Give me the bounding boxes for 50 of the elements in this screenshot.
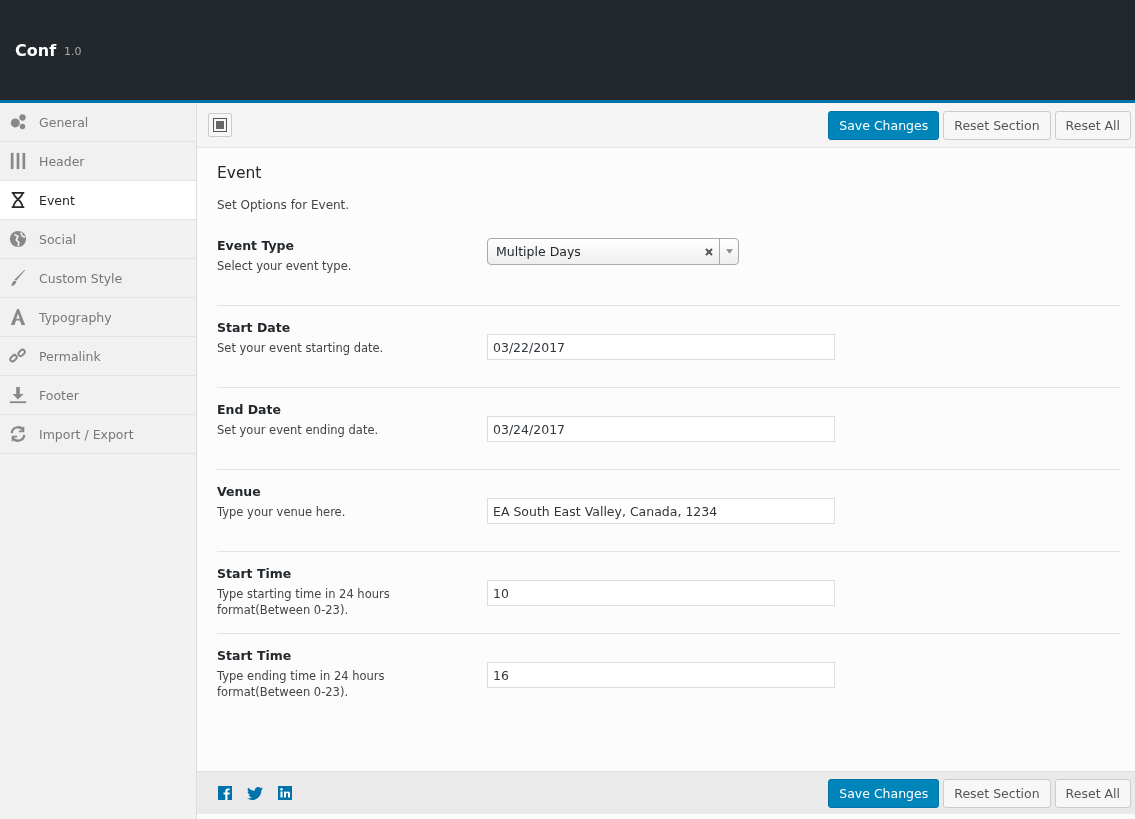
field-label: Start Time	[217, 648, 293, 663]
reset-button[interactable]: Reset Section	[943, 110, 1051, 140]
caret-icon	[725, 249, 733, 254]
clear-icon	[705, 247, 713, 256]
field-help: Select your event type.	[217, 259, 353, 275]
event-type-select[interactable]: Multiple Days	[487, 238, 739, 265]
hourglass-icon	[9, 191, 27, 209]
sidebar-item[interactable]: Footer	[0, 376, 196, 415]
letter-a-icon	[9, 308, 27, 326]
sidebar-item[interactable]: General	[0, 103, 196, 142]
input-field[interactable]: 16	[487, 662, 835, 688]
sidebar-item[interactable]: Import / Export	[0, 415, 196, 454]
input-field[interactable]: 10	[487, 580, 835, 606]
link-icon	[9, 347, 27, 365]
section-title: Event	[217, 164, 263, 182]
save-button[interactable]: Save Changes	[828, 110, 940, 140]
field-help: Set your event starting date.	[217, 341, 385, 357]
app-title: Conf	[15, 40, 57, 60]
field-label: Event Type	[217, 238, 295, 253]
sidebar-item[interactable]: Custom Style	[0, 259, 196, 298]
reset-button[interactable]: Reset Section	[943, 778, 1051, 808]
sidebar-item[interactable]: Permalink	[0, 337, 196, 376]
field-help: Set your event ending date.	[217, 423, 380, 439]
sidebar-item[interactable]: Event	[0, 181, 196, 220]
reset-button[interactable]: Reset All	[1054, 778, 1131, 808]
panel-icon	[213, 118, 227, 132]
field-label: End Date	[217, 402, 282, 417]
brush-icon	[9, 269, 27, 287]
input-field[interactable]: 03/24/2017	[487, 416, 835, 442]
input-field[interactable]: EA South East Valley, Canada, 1234	[487, 498, 835, 524]
download-icon	[9, 386, 27, 404]
version-label: 1.0	[64, 43, 82, 58]
field-help: Type your venue here.	[217, 505, 347, 521]
reset-button[interactable]: Reset All	[1054, 110, 1131, 140]
field-help: Type starting time in 24 hours format(Between 0-23).	[217, 587, 391, 619]
field-label: Start Date	[217, 320, 292, 335]
save-button[interactable]: Save Changes	[828, 778, 940, 808]
bird-icon[interactable]	[247, 786, 263, 800]
section-description: Set Options for Event.	[217, 198, 351, 212]
field-label: Venue	[217, 484, 262, 499]
field-help: Type ending time in 24 hours format(Between 0-23).	[217, 669, 386, 701]
square-in-icon[interactable]	[278, 786, 292, 800]
sidebar-item[interactable]: Social	[0, 220, 196, 259]
globe-icon	[9, 230, 27, 248]
field-label: Start Time	[217, 566, 293, 581]
sidebar-item[interactable]: Typography	[0, 298, 196, 337]
square-f-icon[interactable]	[218, 786, 232, 800]
expand-toggle-button[interactable]	[208, 113, 232, 137]
refresh-icon	[9, 425, 27, 443]
input-field[interactable]: 03/22/2017	[487, 334, 835, 360]
